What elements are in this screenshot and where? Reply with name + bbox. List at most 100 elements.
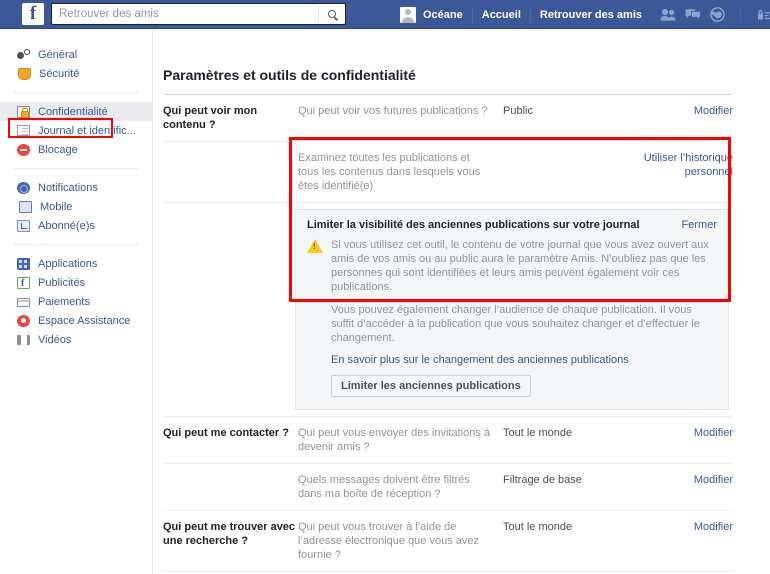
limit-past-posts-button[interactable]: Limiter les anciennes publications [331, 375, 531, 397]
nav-right-cluster: Océane Accueil Retrouver des amis [400, 0, 770, 29]
sidebar-item-label: Paiements [38, 295, 90, 308]
settings-row: Qui peut me contacter ? Qui peut vous en… [163, 417, 733, 464]
sidebar-item-apps[interactable]: Applications [0, 254, 152, 273]
panel-title: Limiter la visibilité des anciennes publ… [307, 219, 640, 231]
nav-link-find-friends[interactable]: Retrouver des amis [533, 9, 649, 21]
sidebar-item-payments[interactable]: Paiements [0, 292, 152, 311]
limit-past-posts-panel: Limiter la visibilité des anciennes publ… [295, 209, 729, 410]
journal-icon [17, 125, 30, 136]
sidebar-item-label: Vidéos [38, 333, 72, 346]
sidebar-item-security[interactable]: Sécurité [0, 64, 152, 83]
sidebar-item-label: Général [38, 48, 78, 61]
sidebar-group-2: Confidentialité Journal et identific... … [0, 98, 152, 163]
sidebar-item-label: Espace Assistance [38, 314, 131, 327]
top-navigation-bar: f Océane Accueil Retrouver des amis [0, 0, 770, 29]
block-icon [17, 143, 30, 156]
sidebar-item-followers[interactable]: Abonné(e)s [0, 216, 152, 235]
row-question: Qui peut voir vos futures publications ? [298, 105, 488, 117]
row-section-heading: Qui peut me trouver avec une recherche ? [163, 521, 296, 547]
row-section-heading [163, 151, 298, 193]
friend-requests-icon[interactable] [660, 8, 676, 21]
settings-row: Qui peut me trouver avec une recherche ?… [163, 511, 733, 572]
nav-divider-2 [529, 6, 531, 23]
row-question: Quels messages doivent être filtrés dans… [298, 474, 470, 500]
row-edit-link[interactable]: Modifier [628, 104, 733, 132]
row-question: Examinez toutes les publications et tous… [298, 152, 481, 192]
row-value: Filtrage de base [503, 474, 582, 486]
settings-row: Qui peut voir mon contenu ? Qui peut voi… [163, 95, 733, 142]
sidebar-item-blocking[interactable]: Blocage [0, 140, 152, 159]
warning-triangle-icon [307, 239, 323, 253]
sidebar-item-label: Confidentialité [38, 105, 108, 118]
nav-divider-3 [740, 7, 741, 22]
panel-close-link[interactable]: Fermer [682, 219, 717, 231]
sidebar-item-label: Applications [38, 257, 98, 270]
settings-sidebar: Général Sécurité Confidentialité Journal… [0, 29, 153, 574]
sidebar-divider-1 [14, 92, 138, 93]
expanded-panel-row: Limiter la visibilité des anciennes publ… [163, 209, 733, 417]
sidebar-item-label: Sécurité [39, 67, 80, 80]
nav-link-home[interactable]: Accueil [475, 9, 528, 21]
row-section-heading: Qui peut me contacter ? [163, 427, 289, 439]
lifebuoy-icon [17, 314, 30, 327]
video-icon [17, 335, 30, 345]
sidebar-item-label: Mobile [40, 200, 73, 213]
sidebar-item-label: Journal et identific... [38, 124, 136, 137]
sidebar-item-mobile[interactable]: Mobile [0, 197, 152, 216]
sidebar-item-ads[interactable]: Publicités [0, 273, 152, 292]
sidebar-divider-2 [14, 168, 138, 169]
row-edit-link[interactable]: Modifier [628, 473, 733, 501]
sidebar-item-privacy[interactable]: Confidentialité [0, 102, 152, 121]
search-input[interactable] [52, 4, 318, 24]
row-value: Tout le monde [503, 521, 573, 533]
panel-warning-block: Si vous utilisez cet outil, le contenu d… [307, 238, 717, 294]
rss-icon [17, 219, 30, 232]
sidebar-item-notifications[interactable]: Notifications [0, 178, 152, 197]
row-edit-link[interactable]: Modifier [628, 520, 733, 562]
row-activity-log-link[interactable]: Utiliser l’historique personnel [628, 151, 733, 193]
messages-icon[interactable] [685, 8, 701, 21]
gear-icon [17, 48, 30, 61]
sidebar-item-support[interactable]: Espace Assistance [0, 311, 152, 330]
row-edit-link[interactable]: Modifier [628, 426, 733, 454]
row-value: Tout le monde [503, 427, 573, 439]
panel-paragraph-2: Vous pouvez également changer l’audience… [331, 304, 700, 344]
ads-icon [17, 276, 30, 289]
payments-icon [17, 298, 31, 307]
panel-learn-more-link[interactable]: En savoir plus sur le changement des anc… [331, 354, 717, 366]
sidebar-item-label: Notifications [38, 181, 98, 194]
settings-row: Examinez toutes les publications et tous… [163, 142, 733, 203]
row-question: Qui peut vous trouver à l’aide de l’adre… [298, 521, 480, 561]
privacy-lock-icon[interactable] [756, 8, 770, 21]
nav-divider-1 [471, 6, 473, 23]
sidebar-group-1: Général Sécurité [0, 41, 152, 87]
row-value: Public [503, 105, 533, 117]
row-question: Qui peut vous envoyer des invitations à … [298, 427, 491, 453]
sidebar-item-videos[interactable]: Vidéos [0, 330, 152, 349]
page-body: Général Sécurité Confidentialité Journal… [0, 29, 770, 574]
sidebar-divider-3 [14, 244, 138, 245]
nav-profile-name[interactable]: Océane [416, 9, 470, 21]
sidebar-item-general[interactable]: Général [0, 45, 152, 64]
facebook-logo-icon[interactable]: f [22, 3, 44, 25]
main-content: Paramètres et outils de confidentialité … [153, 29, 770, 574]
search-button[interactable] [319, 4, 345, 24]
sidebar-item-timeline[interactable]: Journal et identific... [0, 121, 152, 140]
nav-icon-group [660, 7, 770, 22]
sidebar-group-3: Notifications Mobile Abonné(e)s [0, 174, 152, 239]
avatar[interactable] [400, 6, 416, 23]
notifications-icon [17, 181, 30, 194]
privacy-lock-icon [17, 105, 30, 118]
notifications-icon[interactable] [710, 7, 725, 22]
privacy-settings-card: Qui peut voir mon contenu ? Qui peut voi… [163, 94, 733, 574]
search-box[interactable] [51, 3, 346, 25]
sidebar-item-label: Abonné(e)s [38, 219, 95, 232]
shield-icon [18, 67, 31, 80]
row-section-heading: Qui peut voir mon contenu ? [163, 105, 258, 131]
panel-paragraph-1: Si vous utilisez cet outil, le contenu d… [331, 239, 709, 293]
apps-icon [17, 257, 30, 270]
page-title: Paramètres et outils de confidentialité [163, 67, 416, 83]
search-icon [328, 10, 336, 18]
sidebar-group-4: Applications Publicités Paiements Espace… [0, 250, 152, 353]
sidebar-item-label: Blocage [38, 143, 78, 156]
